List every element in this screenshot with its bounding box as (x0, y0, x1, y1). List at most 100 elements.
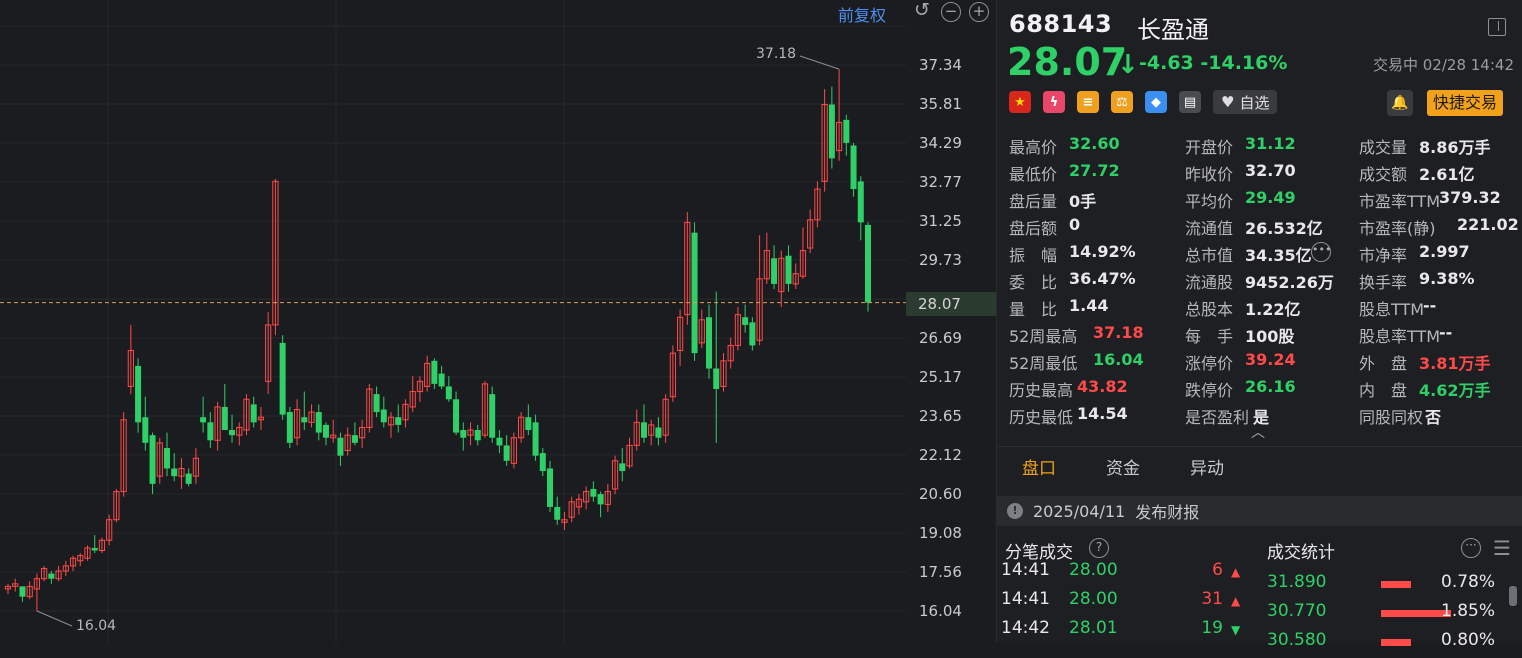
quote-label: 盘后量 (1009, 192, 1058, 211)
quote-value: -- (1439, 323, 1453, 342)
price-axis-tick: 32.77 (919, 173, 962, 191)
zoom-in-icon[interactable]: + (969, 2, 989, 22)
chevron-up-icon[interactable]: ︿ (1251, 422, 1265, 442)
kline-chart-area[interactable]: 前复权 ↺ − + 37.34 35.81 34.29 32.77 31.25 29.73… (0, 0, 996, 642)
quote-label: 最低价 (1009, 165, 1058, 184)
candle-body (395, 417, 402, 425)
zoom-out-icon[interactable]: − (941, 2, 961, 22)
candle-body (207, 422, 214, 441)
help-icon[interactable]: ? (1089, 538, 1109, 558)
candle-body (597, 494, 604, 505)
quote-label: 量 比 (1009, 300, 1058, 319)
bell-icon[interactable]: 🔔 (1387, 90, 1413, 116)
price-axis-tick: 16.04 (919, 602, 962, 620)
china-flag-icon[interactable]: ★ (1009, 91, 1031, 113)
price-axis-tick: 17.56 (919, 563, 962, 581)
stat-price: 30.770 (1267, 601, 1327, 621)
candle-body (619, 463, 626, 472)
trading-status: 交易中 02/28 14:42 (1373, 56, 1514, 74)
stat-bar (1381, 581, 1411, 588)
tab-bar: 盘口 资金 异动 (997, 446, 1522, 490)
quote-value: 9452.26万 (1245, 273, 1334, 292)
quote-label: 股息率TTM (1359, 327, 1441, 346)
layout-toggle-icon[interactable] (1488, 18, 1506, 36)
quote-value: 32.60 (1069, 134, 1120, 153)
quote-value: 26.532亿 (1245, 219, 1323, 238)
candle-body (221, 406, 228, 431)
tab-pankou[interactable]: 盘口 (997, 447, 1081, 490)
quote-value: 9.38% (1419, 269, 1475, 288)
quote-label: 同股同权 (1359, 408, 1424, 427)
candle-body (142, 417, 149, 443)
candle-body (149, 435, 156, 484)
quote-value: 0 (1069, 215, 1081, 234)
tag-icon[interactable]: ◆ (1145, 91, 1167, 113)
quote-value: 14.92% (1069, 242, 1136, 261)
current-price-tag: 28.07 (906, 292, 996, 316)
price-axis-tick: 34.29 (919, 134, 962, 152)
quote-label: 跌停价 (1185, 381, 1234, 400)
quote-label: 市盈率(静) (1359, 219, 1436, 238)
price-axis-tick: 20.60 (919, 485, 962, 503)
candle-body (547, 468, 554, 507)
tick-row[interactable]: 14:41 28.00 6 ▲ (1001, 560, 1240, 588)
candle-body (843, 119, 850, 143)
candle-body (200, 417, 207, 423)
quick-trade-button[interactable]: 快捷交易 (1427, 90, 1504, 116)
quote-panel: 688143 长盈通 28.07 ↓ -4.63 -14.16% 交易中 02/… (996, 0, 1522, 650)
quote-label: 成交额 (1359, 165, 1408, 184)
tick-volume: 6 (1212, 560, 1223, 580)
candle-body (380, 409, 387, 423)
quote-value: 1.44 (1069, 296, 1109, 315)
tick-time: 14:41 (1001, 589, 1050, 609)
tick-row[interactable]: 14:41 28.00 31 ▲ (1001, 589, 1240, 617)
candle-body (503, 445, 510, 461)
document-icon[interactable]: ▤ (1179, 91, 1201, 113)
notice-date: 2025/04/11 (1033, 501, 1126, 521)
candle-body (322, 424, 329, 438)
list-icon[interactable]: ☰ (1493, 536, 1511, 560)
quote-label: 总股本 (1185, 300, 1234, 319)
quote-value: 32.70 (1245, 161, 1296, 180)
tab-anomaly[interactable]: 异动 (1165, 447, 1249, 490)
more-icon[interactable]: ••• (1311, 242, 1331, 262)
quote-value: 31.12 (1245, 134, 1296, 153)
stats-scrollbar[interactable] (1509, 586, 1517, 606)
price-change: -4.63 -14.16% (1139, 52, 1288, 74)
price-axis-tick: 31.25 (919, 212, 962, 230)
candle-body (431, 360, 438, 384)
price-axis-tick: 26.69 (919, 329, 962, 347)
quote-label: 历史最低 (1009, 408, 1074, 427)
quote-value: 221.02 (1457, 215, 1519, 234)
quote-label: 换手率 (1359, 273, 1408, 292)
reset-icon[interactable]: ↺ (912, 1, 932, 22)
candle-body (655, 427, 662, 438)
candle-body (373, 394, 380, 413)
adjust-mode-button[interactable]: 前复权 (838, 2, 886, 26)
candle-body (532, 422, 539, 456)
quote-label: 振 幅 (1009, 246, 1058, 265)
tab-funds[interactable]: 资金 (1081, 447, 1165, 490)
lightning-icon[interactable]: ϟ (1043, 91, 1065, 113)
scale-icon[interactable]: ⚖ (1111, 91, 1133, 113)
earnings-notice[interactable]: ! 2025/04/11 发布财报 (997, 496, 1522, 526)
candle-body (48, 573, 55, 579)
candle-body (315, 412, 322, 433)
min-price-label: 16.04 (76, 618, 117, 634)
notice-text: 发布财报 (1135, 503, 1200, 522)
max-price-label: 37.18 (756, 46, 797, 62)
more-options-icon[interactable]: ··· (1461, 538, 1481, 558)
quote-label: 昨收价 (1185, 165, 1234, 184)
quote-label: 委 比 (1009, 273, 1058, 292)
stat-bar (1381, 639, 1411, 646)
database-icon[interactable]: ≡ (1077, 91, 1099, 113)
add-watchlist-button[interactable]: ♥ 自选 (1213, 90, 1278, 114)
candle-body (185, 473, 192, 484)
candle-body (91, 547, 98, 551)
stat-percent: 1.85% (1441, 601, 1496, 621)
kline-chart[interactable] (0, 0, 906, 642)
triangle-up-icon: ▲ (1231, 565, 1241, 579)
candle-body (496, 437, 503, 446)
candle-body (286, 412, 293, 443)
quote-value: 8.86万手 (1419, 138, 1491, 157)
